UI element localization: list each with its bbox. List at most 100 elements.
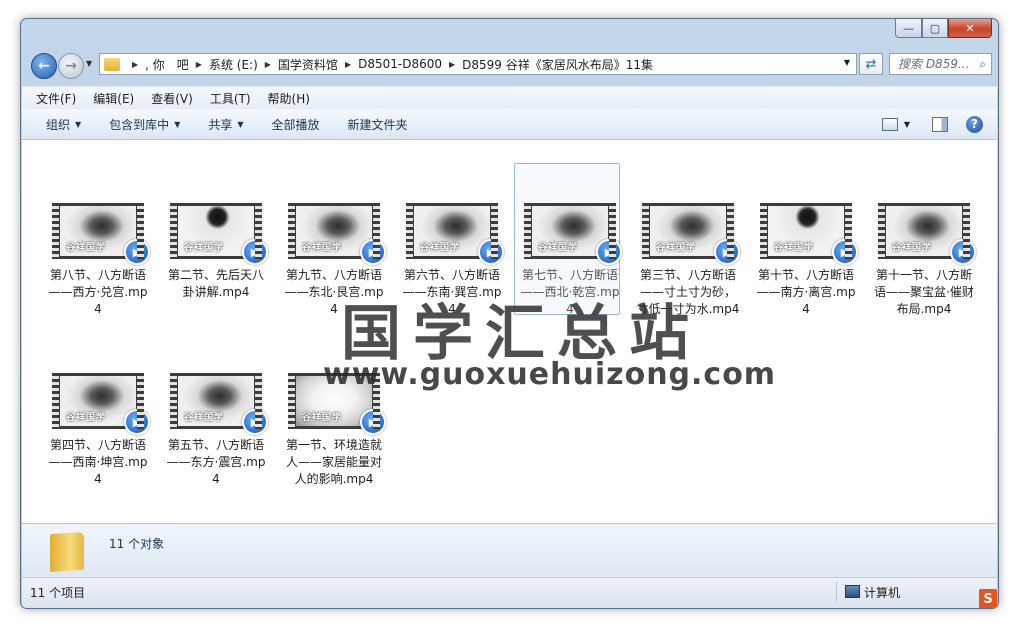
media-player-icon: ▶ xyxy=(832,239,858,265)
media-player-icon: ▶ xyxy=(242,409,268,435)
thumbnail-watermark: 谷祥国学 xyxy=(302,413,343,423)
media-player-icon: ▶ xyxy=(124,239,150,265)
thumbnail-watermark: 谷祥国学 xyxy=(656,243,697,253)
video-thumbnail: 谷祥国学 ▶ xyxy=(288,203,386,265)
caption-buttons: — ▢ ✕ xyxy=(895,19,992,39)
status-divider xyxy=(836,582,837,602)
arrow-right-icon: → xyxy=(65,58,77,74)
explorer-window: — ▢ ✕ ← → ▼ ▶ , 你 吧 ▶ 系统 (E:) ▶ 国学资料馆 ▶ … xyxy=(20,18,999,609)
include-in-library-label: 包含到库中 xyxy=(109,117,170,132)
file-item[interactable]: 谷祥国学 ▶ 第十一节、八方断语——聚宝盆·催财布局.mp4 xyxy=(872,203,976,318)
thumbnail-watermark: 谷祥国学 xyxy=(774,243,815,253)
search-box[interactable]: ⌕ xyxy=(889,53,992,75)
video-thumbnail: 谷祥国学 ▶ xyxy=(170,373,268,435)
file-item[interactable]: 谷祥国学 ▶ 第十节、八方断语——南方·离宫.mp4 xyxy=(754,203,858,318)
media-player-icon: ▶ xyxy=(124,409,150,435)
media-player-icon: ▶ xyxy=(950,239,976,265)
file-name: 第四节、八方断语——西南·坤宫.mp4 xyxy=(48,438,148,486)
new-folder-button[interactable]: 新建文件夹 xyxy=(348,116,408,133)
menu-file[interactable]: 文件(F) xyxy=(36,90,76,107)
forward-button[interactable]: → xyxy=(58,53,84,79)
include-in-library-button[interactable]: 包含到库中 ▼ xyxy=(109,116,180,133)
minimize-button[interactable]: — xyxy=(895,19,922,38)
file-item[interactable]: 谷祥国学 ▶ 第二节、先后天八卦讲解.mp4 xyxy=(164,203,268,301)
thumbnail-watermark: 谷祥国学 xyxy=(892,243,933,253)
status-bar: 11 个项目 计算机 S xyxy=(22,577,997,608)
video-thumbnail: 谷祥国学 ▶ xyxy=(524,203,622,265)
play-all-label: 全部播放 xyxy=(271,117,320,132)
media-player-icon: ▶ xyxy=(360,239,386,265)
share-button[interactable]: 共享 ▼ xyxy=(208,116,243,133)
media-player-icon: ▶ xyxy=(714,239,740,265)
chevron-right-icon[interactable]: ▶ xyxy=(449,60,455,69)
video-thumbnail: 谷祥国学 ▶ xyxy=(878,203,976,265)
breadcrumb-3[interactable]: D8501-D8600 xyxy=(358,57,442,71)
folder-icon xyxy=(50,531,84,573)
new-folder-label: 新建文件夹 xyxy=(347,117,408,132)
breadcrumb-4[interactable]: D8599 谷祥《家居风水布局》11集 xyxy=(462,56,653,73)
thumbnail-watermark: 谷祥国学 xyxy=(66,413,107,423)
file-name: 第一节、环境造就人——家居能量对人的影响.mp4 xyxy=(285,438,382,486)
maximize-button[interactable]: ▢ xyxy=(922,19,948,38)
chevron-right-icon[interactable]: ▶ xyxy=(345,60,351,69)
help-icon[interactable]: ? xyxy=(966,115,983,133)
video-thumbnail: 谷祥国学 ▶ xyxy=(52,203,150,265)
media-player-icon: ▶ xyxy=(360,409,386,435)
menu-bar: 文件(F) 编辑(E) 查看(V) 工具(T) 帮助(H) xyxy=(22,86,997,109)
refresh-button[interactable]: ⇄ xyxy=(859,53,883,75)
address-bar[interactable]: ▶ , 你 吧 ▶ 系统 (E:) ▶ 国学资料馆 ▶ D8501-D8600 … xyxy=(99,53,857,75)
chevron-right-icon[interactable]: ▶ xyxy=(196,60,202,69)
thumbnail-watermark: 谷祥国学 xyxy=(184,243,225,253)
back-button[interactable]: ← xyxy=(31,53,57,79)
change-view-icon[interactable] xyxy=(881,117,898,131)
chevron-down-icon: ▼ xyxy=(237,119,244,129)
recent-pages-dropdown[interactable]: ▼ xyxy=(86,59,92,68)
menu-tools[interactable]: 工具(T) xyxy=(210,90,251,107)
search-input[interactable] xyxy=(898,57,968,71)
thumbnail-watermark: 谷祥国学 xyxy=(184,413,225,423)
breadcrumb-0[interactable]: , 你 吧 xyxy=(145,56,189,73)
media-player-icon: ▶ xyxy=(242,239,268,265)
video-thumbnail: 谷祥国学 ▶ xyxy=(406,203,504,265)
app-logo-icon: S xyxy=(979,589,997,608)
share-label: 共享 xyxy=(208,117,233,132)
thumbnail-watermark: 谷祥国学 xyxy=(66,243,107,253)
chevron-down-icon: ▼ xyxy=(174,119,181,129)
folder-icon xyxy=(104,57,120,71)
play-all-button[interactable]: 全部播放 xyxy=(272,116,320,133)
menu-edit[interactable]: 编辑(E) xyxy=(93,90,134,107)
site-watermark-url: www.guoxuehuizong.com xyxy=(323,357,777,392)
video-thumbnail: 谷祥国学 ▶ xyxy=(52,373,150,435)
item-count: 11 个项目 xyxy=(30,586,86,600)
file-name: 第二节、先后天八卦讲解.mp4 xyxy=(167,268,264,299)
details-pane: 11 个对象 xyxy=(22,523,997,577)
chevron-right-icon[interactable]: ▶ xyxy=(265,60,271,69)
preview-pane-icon[interactable] xyxy=(932,116,948,132)
thumbnail-watermark: 谷祥国学 xyxy=(420,243,461,253)
file-item[interactable]: 谷祥国学 ▶ 第五节、八方断语——东方·震宫.mp4 xyxy=(164,373,268,488)
address-dropdown-icon[interactable]: ▼ xyxy=(844,58,850,67)
chevron-down-icon[interactable]: ▼ xyxy=(904,120,910,129)
navigation-row: ← → ▼ ▶ , 你 吧 ▶ 系统 (E:) ▶ 国学资料馆 ▶ D8501-… xyxy=(27,52,992,80)
location-label: 计算机 xyxy=(864,586,901,600)
file-name: 第八节、八方断语——西方·兑宫.mp4 xyxy=(48,268,148,316)
breadcrumb-2[interactable]: 国学资料馆 xyxy=(278,56,338,73)
file-name: 第十一节、八方断语——聚宝盆·催财布局.mp4 xyxy=(874,268,974,316)
command-bar: 组织 ▼ 包含到库中 ▼ 共享 ▼ 全部播放 新建文件夹 ▼ ? xyxy=(22,109,997,140)
close-button[interactable]: ✕ xyxy=(948,19,992,38)
file-item[interactable]: 谷祥国学 ▶ 第八节、八方断语——西方·兑宫.mp4 xyxy=(46,203,150,318)
thumbnail-watermark: 谷祥国学 xyxy=(302,243,343,253)
file-name: 第十节、八方断语——南方·离宫.mp4 xyxy=(756,268,856,316)
file-name: 第五节、八方断语——东方·震宫.mp4 xyxy=(166,438,266,486)
menu-help[interactable]: 帮助(H) xyxy=(268,90,310,107)
computer-icon xyxy=(845,585,860,598)
search-icon[interactable]: ⌕ xyxy=(979,57,986,72)
video-thumbnail: 谷祥国学 ▶ xyxy=(170,203,268,265)
view-controls: ▼ ? xyxy=(881,109,997,139)
menu-view[interactable]: 查看(V) xyxy=(151,90,193,107)
video-thumbnail: 谷祥国学 ▶ xyxy=(760,203,858,265)
breadcrumb-1[interactable]: 系统 (E:) xyxy=(209,56,258,73)
file-item[interactable]: 谷祥国学 ▶ 第四节、八方断语——西南·坤宫.mp4 xyxy=(46,373,150,488)
organize-button[interactable]: 组织 ▼ xyxy=(46,116,81,133)
chevron-right-icon[interactable]: ▶ xyxy=(132,60,138,69)
